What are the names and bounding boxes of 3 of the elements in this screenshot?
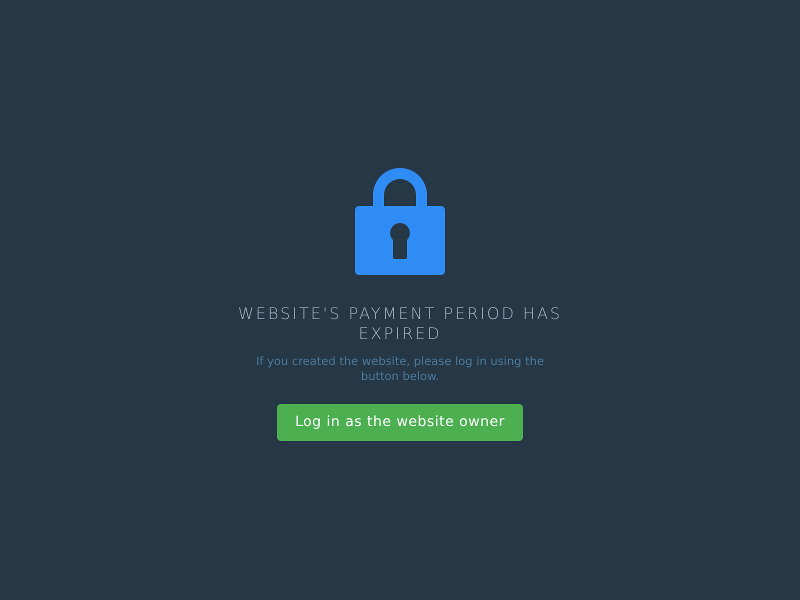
page-title: WEBSITE'S PAYMENT PERIOD HAS EXPIRED (236, 304, 564, 344)
info-message: If you created the website, please log in using the button below. (255, 354, 545, 384)
login-button[interactable]: Log in as the website owner (277, 404, 523, 441)
